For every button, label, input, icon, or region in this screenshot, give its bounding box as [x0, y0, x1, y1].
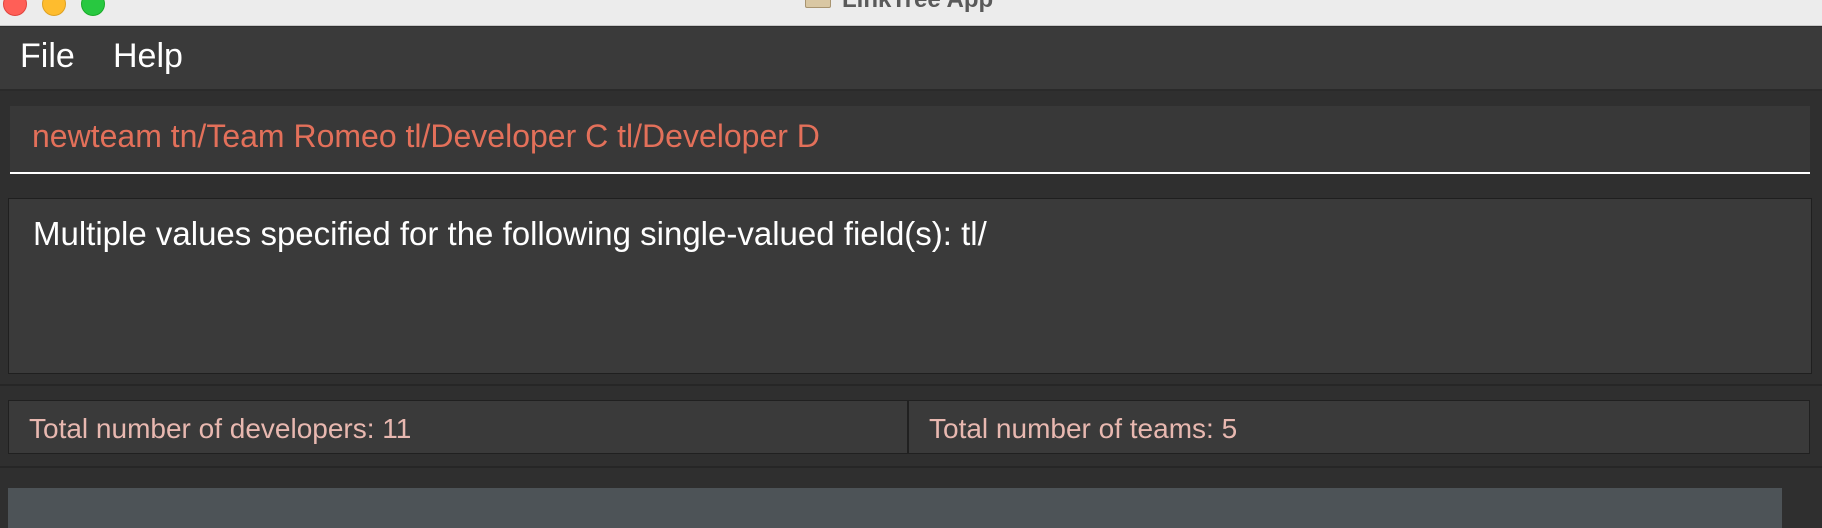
list-area: [0, 466, 1822, 528]
menu-bar: File Help: [0, 27, 1822, 91]
maximize-window-button[interactable]: [81, 0, 105, 16]
developer-count-panel: Total number of developers: 11: [8, 400, 908, 454]
window-titlebar: LinkTree App: [0, 0, 1822, 26]
menu-help[interactable]: Help: [113, 37, 183, 76]
result-display: Multiple values specified for the follow…: [8, 198, 1812, 374]
status-bar: Total number of developers: 11 Total num…: [0, 384, 1822, 466]
app-icon: [805, 0, 831, 8]
menu-file[interactable]: File: [20, 37, 75, 76]
minimize-window-button[interactable]: [42, 0, 66, 16]
command-input-text: newteam tn/Team Romeo tl/Developer C tl/…: [32, 118, 820, 154]
result-message: Multiple values specified for the follow…: [33, 215, 987, 252]
team-count-panel: Total number of teams: 5: [908, 400, 1810, 454]
developer-count: Total number of developers: 11: [29, 413, 412, 444]
list-panel[interactable]: [8, 488, 1782, 528]
window-title: LinkTree App: [842, 0, 993, 14]
team-count: Total number of teams: 5: [929, 413, 1238, 444]
close-window-button[interactable]: [3, 0, 27, 16]
command-input[interactable]: newteam tn/Team Romeo tl/Developer C tl/…: [10, 106, 1810, 174]
